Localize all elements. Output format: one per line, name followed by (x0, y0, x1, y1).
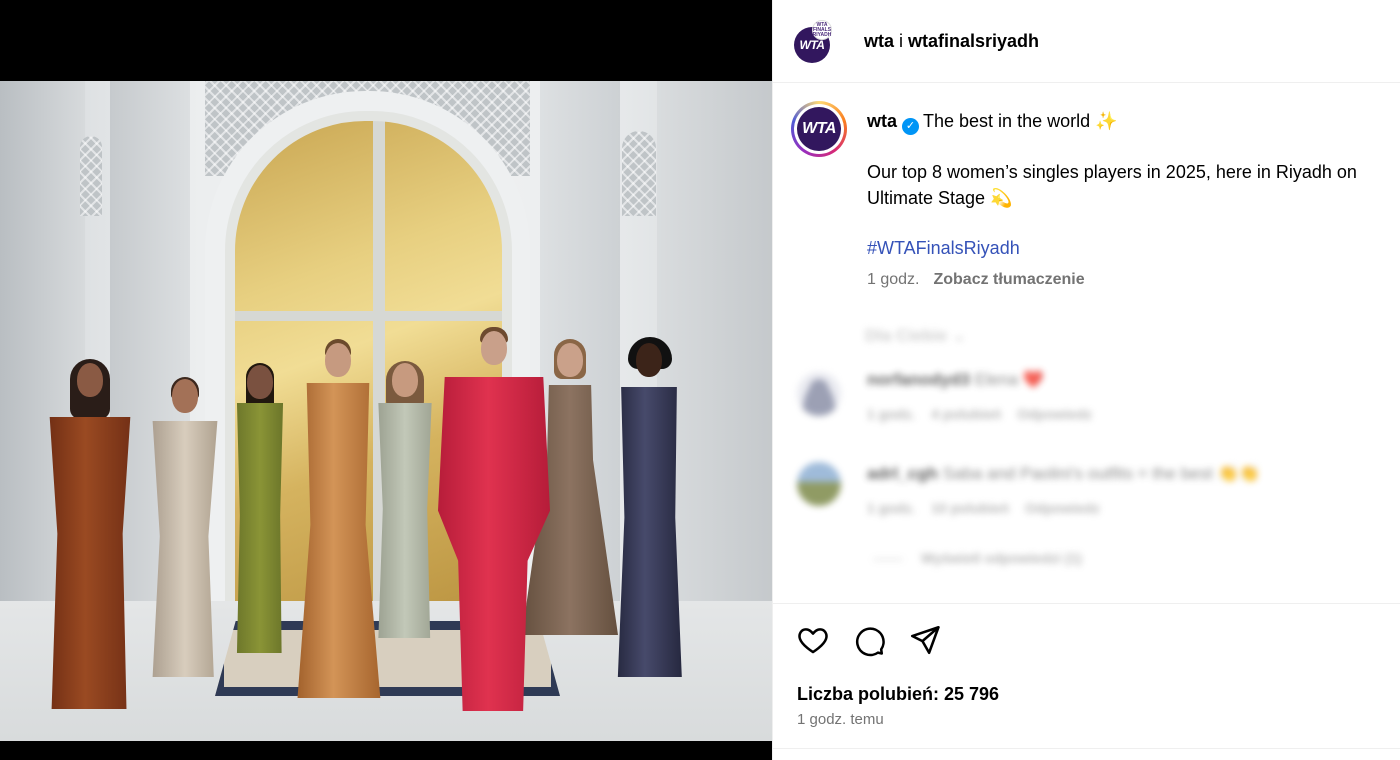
post-timestamp: 1 godz. temu (797, 711, 884, 728)
post-video[interactable] (0, 81, 772, 741)
caption-headline-text: The best in the world (923, 111, 1091, 131)
clap-emoji: 👏👏 (1217, 464, 1260, 483)
comment-icon[interactable] (851, 622, 887, 658)
header-usernames: wta i wtafinalsriyadh (864, 30, 1039, 52)
comment-body: Saba and Paolini's outfits = the best (942, 464, 1213, 483)
comment-username[interactable]: norfanodyd3 (867, 370, 970, 389)
post-media[interactable] (0, 0, 772, 760)
wta-finals-logo: WTA FINALS RIYADH (812, 21, 832, 38)
paper-plane-icon[interactable] (907, 622, 943, 658)
caption-body-line2: Ultimate Stage 💫 (867, 185, 1400, 211)
player-figure (292, 339, 384, 698)
reply-button[interactable]: Odpowiedz (1017, 406, 1092, 422)
scene-lattice (622, 131, 656, 216)
comment-avatar[interactable] (797, 462, 841, 506)
comments-filter[interactable]: Dla Ciebie ⌄ (865, 326, 966, 346)
comments-section: Dla Ciebie ⌄ norfanodyd3 Elena ❤️ 1 godz… (773, 318, 1400, 588)
player-figure (140, 377, 230, 677)
wta-logo: WTA (799, 38, 825, 52)
divider (773, 748, 1400, 749)
comment-username[interactable]: adrl_cgh (867, 464, 938, 483)
likes-count[interactable]: Liczba polubień: 25 796 (797, 683, 999, 705)
comment-likes[interactable]: 10 polubień (931, 500, 1009, 516)
caption-body-line1: Our top 8 women’s singles players in 202… (867, 162, 1357, 182)
caption-meta: 1 godz. Zobacz tłumaczenie (867, 270, 1085, 290)
comment-time: 1 godz. (867, 406, 916, 422)
author-username[interactable]: wta (864, 31, 894, 51)
heart-icon[interactable] (795, 622, 831, 658)
comment-text: adrl_cgh Saba and Paolini's outfits = th… (867, 464, 1260, 484)
separator: i (899, 31, 904, 51)
chevron-down-icon: ⌄ (951, 326, 967, 345)
caption-username[interactable]: wta (867, 111, 897, 131)
caption-headline: wta ✓ The best in the world ✨ (867, 108, 1400, 135)
caption-time: 1 godz. (867, 271, 920, 288)
dizzy-emoji: 💫 (990, 188, 1013, 208)
player-figure (608, 337, 690, 677)
comments-filter-label: Dla Ciebie (865, 326, 948, 345)
caption-body: Our top 8 women’s singles players in 202… (867, 159, 1400, 211)
comment-likes[interactable]: 4 polubień (931, 406, 1001, 422)
view-replies-button[interactable]: Wyświetl odpowiedzi (1) (873, 550, 1082, 566)
reply-button[interactable]: Odpowiedz (1025, 500, 1100, 516)
caption-body-line2-text: Ultimate Stage (867, 188, 986, 208)
comment-avatar[interactable] (797, 372, 841, 416)
scene-lattice (80, 136, 102, 216)
comment-body: Elena (974, 370, 1019, 389)
heart-emoji: ❤️ (1022, 370, 1045, 389)
comment-meta: 1 godz. 4 polubień Odpowiedz (867, 406, 1108, 422)
comment-text: norfanodyd3 Elena ❤️ (867, 370, 1044, 390)
hashtag-link[interactable]: #WTAFinalsRiyadh (867, 235, 1020, 261)
wta-logo: WTA (802, 120, 836, 137)
player-figure (438, 327, 550, 711)
see-translation-link[interactable]: Zobacz tłumaczenie (933, 271, 1084, 288)
caption-avatar[interactable]: WTA (791, 101, 847, 157)
sparkles-emoji: ✨ (1095, 111, 1118, 131)
post-header: WTA WTA FINALS RIYADH wta i wtafinalsriyad… (773, 0, 1400, 83)
player-figure (42, 359, 138, 709)
view-replies-label: Wyświetl odpowiedzi (1) (921, 550, 1082, 566)
player-figure (224, 363, 296, 653)
divider (773, 603, 1400, 604)
collaborator-avatar[interactable]: WTA FINALS RIYADH (812, 20, 832, 40)
verified-badge-icon: ✓ (902, 118, 920, 135)
comment-meta: 1 godz. 10 polubień Odpowiedz (867, 500, 1116, 516)
post-sidebar: WTA WTA FINALS RIYADH wta i wtafinalsriyad… (772, 0, 1400, 760)
comment-time: 1 godz. (867, 500, 916, 516)
collaborator-username[interactable]: wtafinalsriyadh (908, 31, 1039, 51)
replies-line (873, 558, 903, 560)
